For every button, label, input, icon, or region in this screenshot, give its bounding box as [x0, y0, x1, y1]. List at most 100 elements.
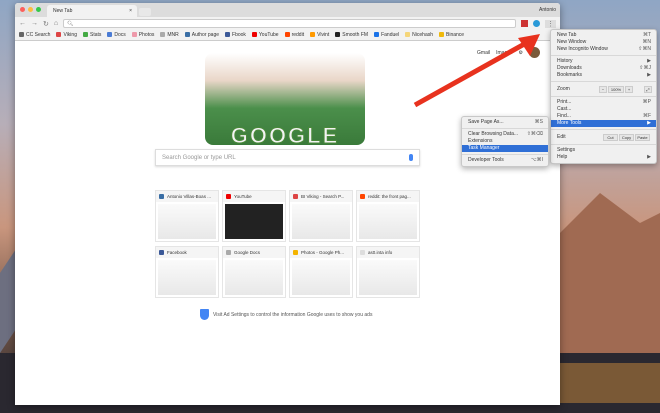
fullscreen-button[interactable]: ⤢	[644, 86, 652, 93]
tile-title: reddit: the front pag...	[368, 194, 411, 199]
bookmark-icon	[374, 32, 380, 37]
zoom-in-button[interactable]: +	[625, 86, 633, 93]
more-tools-submenu: Save Page As... ⌘S Clear Browsing Data... ⇧…	[461, 116, 549, 167]
bookmark-item[interactable]: Smooth FM	[335, 32, 368, 38]
menu-item[interactable]: Settings	[551, 147, 656, 154]
paste-button[interactable]: Paste	[635, 134, 650, 141]
browser-window: New Tab × Antonio ← → ↻ ⌂ 🔍︎ ⋮ CC Search Vik…	[15, 3, 560, 405]
bookmark-item[interactable]: Fanduel	[374, 32, 399, 38]
bookmark-icon	[131, 32, 137, 37]
new-tab-page: Gmail Images ⚙ GOOGLE Search Google or typ…	[15, 41, 560, 405]
extension-icon[interactable]	[533, 20, 540, 27]
copy-button[interactable]: Copy	[619, 134, 634, 141]
profile-name[interactable]: Antonio	[539, 7, 556, 13]
bookmark-item[interactable]: Stats	[82, 32, 101, 38]
extension-icon[interactable]	[521, 20, 528, 27]
tab-new-tab[interactable]: New Tab ×	[47, 5, 137, 17]
bookmark-item[interactable]: MNR	[160, 32, 179, 38]
menu-item-label: More Tools	[557, 120, 582, 126]
menu-separator	[551, 81, 656, 82]
most-visited-tile[interactable]: BI Viking - Search P...	[289, 190, 353, 242]
menu-icon[interactable]: ⋮	[545, 19, 556, 28]
menu-item-label: New Tab	[557, 32, 577, 38]
bookmark-item[interactable]: Author page	[184, 32, 219, 38]
home-icon[interactable]: ⌂	[54, 20, 58, 27]
menu-item[interactable]: Print... ⌘P	[551, 99, 656, 106]
back-icon[interactable]: ←	[19, 20, 26, 27]
title-bar: New Tab × Antonio	[15, 3, 560, 17]
forward-icon[interactable]: →	[31, 20, 38, 27]
bookmark-item[interactable]: reddit	[284, 32, 304, 38]
menu-item[interactable]: New Window ⌘N	[551, 39, 656, 46]
bookmark-item[interactable]: Viking	[56, 32, 77, 38]
most-visited-tile[interactable]: Antonio Villas-Boas ...	[155, 190, 219, 242]
bookmark-item[interactable]: Nicehash	[405, 32, 433, 38]
menu-item[interactable]: Extensions	[462, 138, 548, 145]
tile-title-bar: BI Viking - Search P...	[290, 191, 352, 202]
new-tab-button[interactable]	[139, 8, 151, 16]
edit-label: Edit	[557, 134, 566, 140]
zoom-out-button[interactable]: −	[599, 86, 607, 93]
menu-item[interactable]: New Incognito Window ⇧⌘N	[551, 46, 656, 53]
menu-item[interactable]: Bookmarks ▶	[551, 72, 656, 79]
microphone-icon[interactable]	[409, 154, 413, 161]
menu-item-shortcut: ⌘S	[534, 119, 543, 125]
gmail-link[interactable]: Gmail	[477, 50, 490, 56]
menu-item[interactable]: Help ▶	[551, 154, 656, 161]
menu-item[interactable]: More Tools ▶	[551, 120, 656, 127]
site-favicon-icon	[226, 194, 231, 199]
minimize-window-button[interactable]	[28, 7, 33, 12]
most-visited-tile[interactable]: YouTube	[222, 190, 286, 242]
bookmark-icon	[107, 32, 113, 37]
menu-item[interactable]: Cast...	[551, 106, 656, 113]
menu-item-label: New Incognito Window	[557, 46, 608, 52]
menu-item[interactable]: Developer Tools ⌥⌘I	[462, 157, 548, 164]
address-bar[interactable]: 🔍︎	[63, 19, 516, 28]
menu-item-shortcut: ▶	[647, 72, 651, 78]
maximize-window-button[interactable]	[36, 7, 41, 12]
menu-item[interactable]: Save Page As... ⌘S	[462, 119, 548, 126]
most-visited-tile[interactable]: reddit: the front pag...	[356, 190, 420, 242]
bookmark-item[interactable]: Binance	[439, 32, 464, 38]
menu-item-shortcut: ⌘P	[642, 99, 651, 105]
bookmark-icon	[335, 32, 341, 37]
most-visited-tile[interactable]: Google Docs	[222, 246, 286, 298]
bookmark-icon	[225, 32, 231, 37]
ad-settings-link[interactable]: Visit Ad Settings to control the informa…	[213, 312, 372, 318]
site-favicon-icon	[360, 250, 365, 255]
search-input[interactable]: Search Google or type URL	[155, 149, 420, 166]
menu-item-shortcut: ▶	[647, 120, 651, 126]
most-visited-tile[interactable]: Photos - Google Ph...	[289, 246, 353, 298]
bookmark-item[interactable]: Docs	[107, 32, 126, 38]
tile-title-bar: Antonio Villas-Boas ...	[156, 191, 218, 202]
tile-title-bar: Facebook	[156, 247, 218, 258]
close-tab-icon[interactable]: ×	[129, 8, 132, 14]
tile-title-bar: Photos - Google Ph...	[290, 247, 352, 258]
bookmark-label: CC Search	[26, 32, 51, 38]
bookmark-icon	[405, 32, 411, 37]
bookmark-item[interactable]: Photos	[131, 32, 154, 38]
bookmark-item[interactable]: CC Search	[19, 32, 50, 38]
bookmark-item[interactable]: Vivint	[310, 32, 329, 38]
most-visited-tile[interactable]: as0.inta info	[356, 246, 420, 298]
avatar[interactable]	[529, 47, 540, 58]
most-visited-tile[interactable]: Facebook	[155, 246, 219, 298]
images-link[interactable]: Images	[496, 50, 512, 56]
menu-item[interactable]: Downloads ⇧⌘J	[551, 65, 656, 72]
bookmark-item[interactable]: YouTube	[251, 32, 279, 38]
shield-icon	[200, 309, 209, 320]
menu-item[interactable]: Find... ⌘F	[551, 113, 656, 120]
reload-icon[interactable]: ↻	[43, 20, 49, 28]
menu-separator	[551, 144, 656, 145]
site-favicon-icon	[159, 194, 164, 199]
tile-thumbnail	[158, 204, 216, 239]
menu-item[interactable]: New Tab ⌘T	[551, 32, 656, 39]
menu-item[interactable]: Clear Browsing Data... ⇧⌘⌫	[462, 131, 548, 138]
cut-button[interactable]: Cut	[603, 134, 618, 141]
close-window-button[interactable]	[20, 7, 25, 12]
menu-item[interactable]: Task Manager	[462, 145, 548, 152]
menu-item[interactable]: History ▶	[551, 58, 656, 65]
apps-icon[interactable]: ⚙	[519, 50, 523, 56]
bookmark-label: Fbook	[232, 32, 246, 38]
bookmark-item[interactable]: Fbook	[225, 32, 246, 38]
